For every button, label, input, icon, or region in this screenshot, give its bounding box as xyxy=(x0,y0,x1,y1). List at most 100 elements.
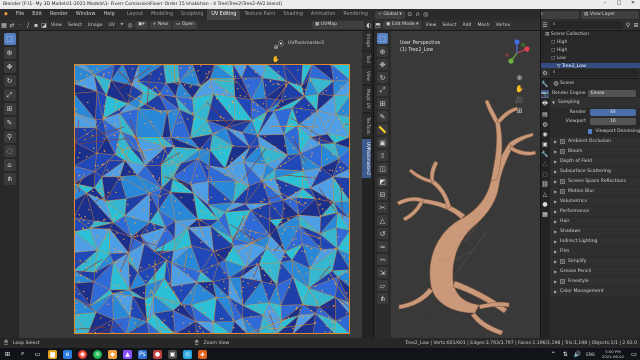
modifier-tab-icon[interactable]: 🔧 xyxy=(541,150,549,158)
tray-arrow-icon[interactable]: ⌃ xyxy=(550,350,556,359)
menu-select[interactable]: Select xyxy=(439,23,459,28)
output-tab-icon[interactable]: 🖶 xyxy=(541,100,549,108)
side-tab-textools[interactable]: TexTools xyxy=(362,113,371,137)
render-panel-indirect-lighting[interactable]: ▶ Indirect Lighting xyxy=(550,236,640,246)
menu-help[interactable]: Help xyxy=(99,9,118,20)
panel-enable-checkbox[interactable] xyxy=(560,278,565,284)
filter-icon[interactable]: ⚲ xyxy=(624,21,632,29)
view-layer-selector[interactable]: ▤ View Layer xyxy=(581,10,639,19)
uv-map-layout[interactable] xyxy=(74,64,350,334)
scale-icon[interactable]: ⤢ xyxy=(377,85,388,96)
render-panel-performance[interactable]: ▶ Performance xyxy=(550,206,640,216)
pivot-icon[interactable]: ⊙ xyxy=(406,11,414,19)
app-icon-orange[interactable]: ◈ xyxy=(198,349,207,359)
menu-uv[interactable]: UV xyxy=(105,23,118,28)
app-icon-red[interactable]: ● xyxy=(153,349,162,359)
tab-animation[interactable]: Animation xyxy=(307,9,339,20)
particles-tab-icon[interactable]: ∴ xyxy=(541,160,549,168)
edge-select-icon[interactable]: / xyxy=(24,21,32,29)
side-tab-magic-uv[interactable]: Magic UV xyxy=(362,86,371,112)
render-samples-field[interactable]: 64 xyxy=(590,108,636,116)
poly-build-icon[interactable]: △ xyxy=(377,215,388,226)
outliner-row-low[interactable]: ▢ Low xyxy=(541,55,640,63)
zoom-view-icon[interactable]: ⊕ xyxy=(515,73,524,82)
panel-enable-checkbox[interactable] xyxy=(560,188,565,194)
zoom-icon[interactable]: ⊕ xyxy=(272,43,280,51)
menu-image[interactable]: Image xyxy=(85,23,105,28)
render-panel-depth-of-field[interactable]: ▶ Depth of Field xyxy=(550,156,640,166)
side-tab-tool[interactable]: Tool xyxy=(362,52,371,67)
panel-enable-checkbox[interactable] xyxy=(560,148,565,154)
pinch-tool-icon[interactable]: ⌂ xyxy=(3,159,16,171)
viewport-denoising-checkbox[interactable] xyxy=(588,128,593,134)
file-explorer-icon[interactable]: ▆ xyxy=(48,349,57,359)
tab-layout[interactable]: Layout xyxy=(123,9,147,20)
island-select-icon[interactable]: ◪ xyxy=(40,21,48,29)
move-tool-icon[interactable]: ✥ xyxy=(3,61,16,73)
scene-tab-icon[interactable]: ◍ xyxy=(541,120,549,128)
search-icon[interactable]: ⌕ xyxy=(18,350,27,359)
render-panel-shadows[interactable]: ▶ Shadows xyxy=(550,226,640,236)
render-panel-film[interactable]: ▶ Film xyxy=(550,246,640,256)
object-tab-icon[interactable]: ▣ xyxy=(541,140,549,148)
transform-tool-icon[interactable]: ⊞ xyxy=(3,103,16,115)
data-tab-icon[interactable]: △ xyxy=(541,190,549,198)
viewport-canvas[interactable]: User Perspective (1) Tree2_Low ⊕ ✋ 🎥 ⊞ xyxy=(391,31,540,338)
app-icon-gray[interactable]: ▣ xyxy=(168,349,177,359)
material-tab-icon[interactable]: ● xyxy=(541,200,549,208)
area-divider[interactable] xyxy=(373,20,374,338)
menu-window[interactable]: Window xyxy=(72,9,100,20)
select-tool-icon[interactable]: ⬚ xyxy=(3,33,16,45)
render-engine-select[interactable]: Eevee xyxy=(588,89,636,97)
outliner-row-high[interactable]: ▢ High xyxy=(541,39,640,47)
navigation-gizmo[interactable] xyxy=(501,37,533,69)
viewport-samples-field[interactable]: 16 xyxy=(590,118,636,126)
outliner-search[interactable]: ⌕ xyxy=(550,21,623,29)
render-panel-freestyle[interactable]: ▶ Freestyle xyxy=(550,276,640,286)
menu-view[interactable]: View xyxy=(422,23,439,28)
uv-canvas-area[interactable]: ⦿ UVPackmaster2 ⊕ ✋ xyxy=(19,31,362,338)
menu-render[interactable]: Render xyxy=(46,9,72,20)
rotate-tool-icon[interactable]: ↻ xyxy=(3,75,16,87)
move-icon[interactable]: ✥ xyxy=(377,59,388,70)
vertex-select-icon[interactable]: · xyxy=(16,21,24,29)
spin-icon[interactable]: ↺ xyxy=(377,228,388,239)
tree-model[interactable] xyxy=(391,91,540,338)
image-browse-button[interactable]: ▣▾ xyxy=(134,21,148,29)
smooth-icon[interactable]: ≈ xyxy=(377,241,388,252)
loop-cut-icon[interactable]: ⊟ xyxy=(377,189,388,200)
spotify-icon[interactable]: ≋ xyxy=(93,349,102,359)
render-tab-icon[interactable]: 📷 xyxy=(541,90,549,98)
add-cube-icon[interactable]: ▣ xyxy=(377,137,388,148)
rotate-icon[interactable]: ↻ xyxy=(377,72,388,83)
panel-enable-checkbox[interactable] xyxy=(560,178,565,184)
network-icon[interactable]: ⇅ xyxy=(562,350,568,359)
extrude-icon[interactable]: ⇧ xyxy=(377,150,388,161)
face-select-icon[interactable]: ▪ xyxy=(32,21,40,29)
new-image-button[interactable]: + New xyxy=(149,21,171,29)
render-panel-color-management[interactable]: ▶ Color Management xyxy=(550,286,640,296)
outliner-type-icon[interactable]: ☰ xyxy=(541,21,549,29)
view-layer-tab-icon[interactable]: ▤ xyxy=(541,110,549,118)
bevel-icon[interactable]: ◩ xyxy=(377,176,388,187)
maximize-button[interactable]: □ xyxy=(612,0,626,9)
transform-icon[interactable]: ⊞ xyxy=(377,98,388,109)
cursor-tool-icon[interactable]: ⊕ xyxy=(3,47,16,59)
blender-logo-icon[interactable]: ◆ xyxy=(0,9,12,20)
cursor-icon[interactable]: ⊕ xyxy=(377,46,388,57)
menu-view[interactable]: View xyxy=(48,23,65,28)
properties-search[interactable]: ⌕ xyxy=(550,69,639,77)
snap-magnet-icon[interactable]: ∩ xyxy=(414,11,422,19)
sampling-panel-header[interactable]: ▼ Sampling xyxy=(550,98,640,108)
transform-orientation[interactable]: ⊹ Global ▾ xyxy=(375,10,405,19)
proportional-icon[interactable]: ◎ xyxy=(126,21,134,29)
close-button[interactable]: ✕ xyxy=(626,0,640,9)
knife-icon[interactable]: ✂ xyxy=(377,202,388,213)
area-divider[interactable] xyxy=(540,9,541,338)
open-image-button[interactable]: ▭ Open xyxy=(172,21,198,29)
photoshop-icon[interactable]: Ps xyxy=(138,349,147,359)
rip-region-icon[interactable]: ⋔ xyxy=(377,293,388,304)
task-view-icon[interactable]: ▭ xyxy=(33,350,42,359)
tab-modeling[interactable]: Modeling xyxy=(147,9,177,20)
menu-file[interactable]: File xyxy=(12,9,28,20)
